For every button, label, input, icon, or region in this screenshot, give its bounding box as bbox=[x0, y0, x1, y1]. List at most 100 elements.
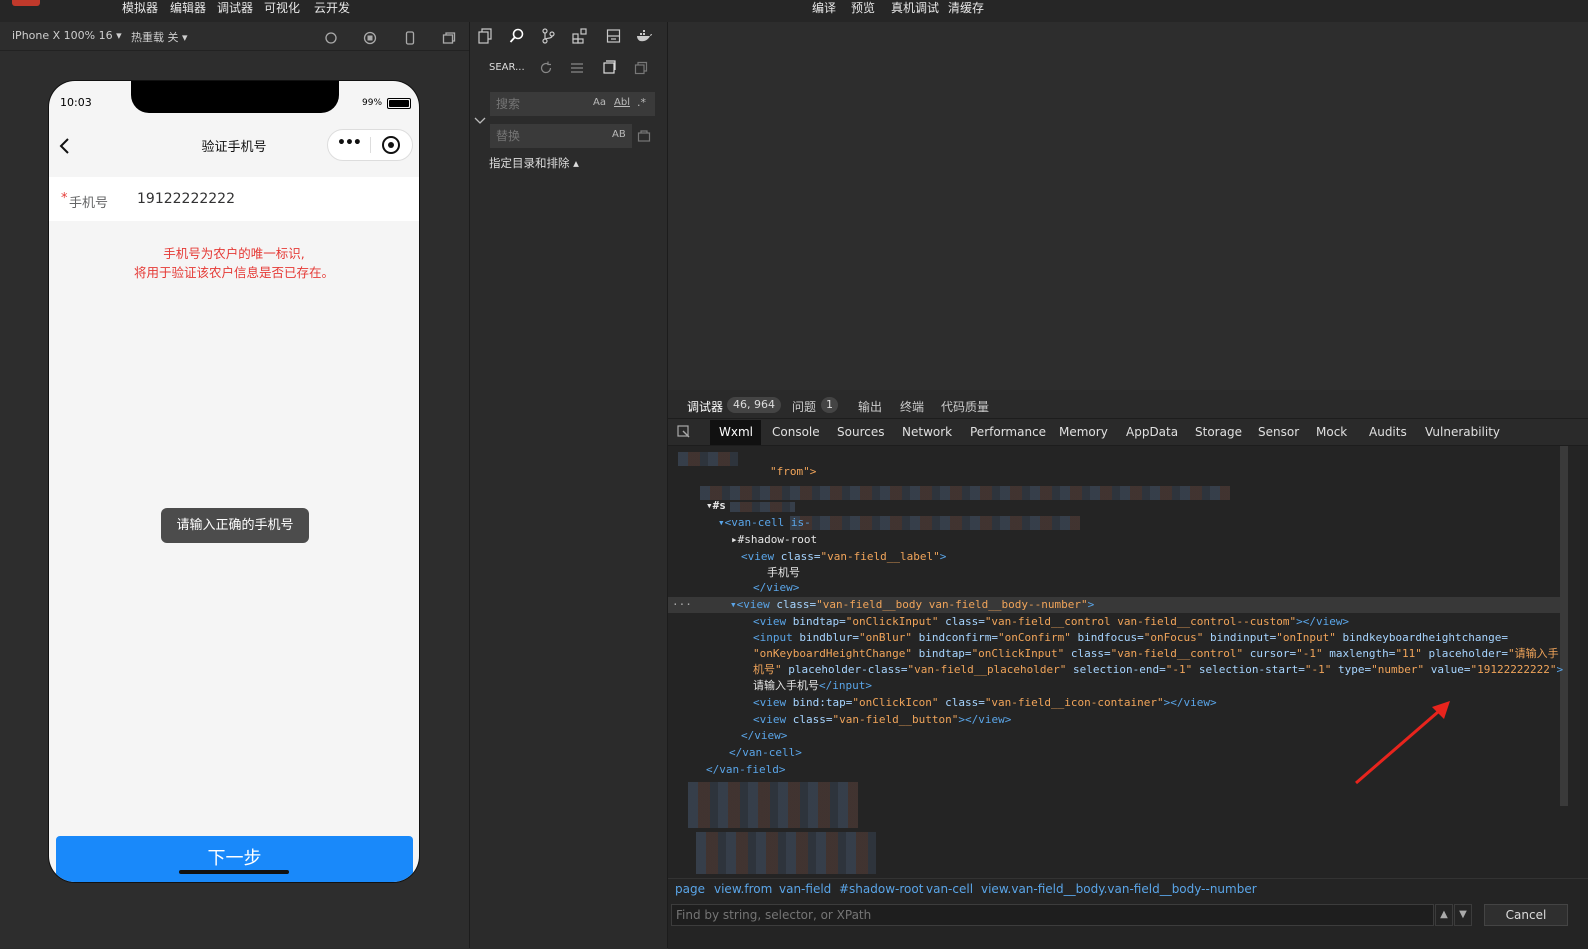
code-line[interactable]: <input bindblur="onBlur" bindconfirm="on… bbox=[753, 630, 1508, 646]
explorer-icon[interactable] bbox=[478, 28, 493, 44]
find-input[interactable] bbox=[671, 904, 1434, 926]
code-token: "onConfirm" bbox=[998, 631, 1071, 644]
menu-debugger[interactable]: 调试器 bbox=[217, 0, 253, 18]
tab-wxml[interactable]: Wxml bbox=[719, 425, 753, 439]
cancel-button[interactable]: Cancel bbox=[1484, 904, 1568, 926]
menu-preview[interactable]: 预览 bbox=[851, 0, 875, 18]
tab-output[interactable]: 输出 bbox=[858, 398, 882, 415]
breadcrumb-item[interactable]: van-cell bbox=[926, 882, 973, 896]
menu-simulator[interactable]: 模拟器 bbox=[122, 0, 158, 18]
code-token: "onKeyboardHeightChange" bbox=[753, 647, 912, 660]
code-line[interactable]: <view bindtap="onClickInput" class="van-… bbox=[753, 614, 1349, 630]
capsule-menu[interactable]: ••• bbox=[327, 129, 413, 161]
preserve-case-option[interactable]: AB bbox=[612, 129, 626, 140]
phone-icon[interactable] bbox=[403, 31, 417, 45]
tab-sources[interactable]: Sources bbox=[837, 425, 884, 439]
stop-icon[interactable] bbox=[363, 31, 377, 45]
code-line[interactable]: "from"> bbox=[770, 464, 816, 480]
tab-issues[interactable]: 问题 bbox=[792, 398, 816, 415]
code-line[interactable]: </van-field> bbox=[706, 762, 785, 778]
code-token: bindtap= bbox=[792, 615, 846, 628]
breadcrumb-item[interactable]: page bbox=[675, 882, 705, 896]
code-line[interactable]: <view class="van-field__label"> bbox=[741, 549, 946, 565]
breadcrumb-item[interactable]: #shadow-root bbox=[839, 882, 923, 896]
tab-audits[interactable]: Audits bbox=[1369, 425, 1407, 439]
menu-cloud[interactable]: 云开发 bbox=[314, 0, 350, 18]
tab-vulnerability[interactable]: Vulnerability bbox=[1425, 425, 1500, 439]
code-line[interactable]: ▾#s bbox=[706, 498, 726, 514]
code-token: selection-start= bbox=[1192, 663, 1305, 676]
breadcrumb-item[interactable]: van-field bbox=[779, 882, 831, 896]
menu-compile[interactable]: 编译 bbox=[812, 0, 836, 18]
breadcrumb-item[interactable]: view.van-field__body.van-field__body--nu… bbox=[981, 882, 1257, 896]
code-token: placeholder= bbox=[1421, 647, 1509, 660]
menu-editor[interactable]: 编辑器 bbox=[170, 0, 206, 18]
tab-code-quality[interactable]: 代码质量 bbox=[941, 398, 989, 415]
tab-network[interactable]: Network bbox=[902, 425, 952, 439]
refresh-icon[interactable] bbox=[539, 61, 553, 75]
code-line[interactable]: "onKeyboardHeightChange" bindtap="onClic… bbox=[753, 646, 1559, 662]
extensions-icon[interactable] bbox=[572, 28, 588, 44]
hot-reload-toggle[interactable]: 热重载 关 ▾ bbox=[131, 29, 188, 45]
rotate-icon[interactable] bbox=[324, 31, 338, 45]
window-icon[interactable] bbox=[442, 31, 456, 45]
code-line[interactable]: </van-cell> bbox=[729, 745, 802, 761]
match-case-option[interactable]: Aa bbox=[593, 97, 606, 108]
phone-input[interactable]: 19122222222 bbox=[137, 191, 235, 207]
new-search-editor-icon[interactable] bbox=[602, 60, 616, 74]
tab-sensor[interactable]: Sensor bbox=[1258, 425, 1299, 439]
code-token: > bbox=[1556, 663, 1564, 676]
inspect-element-icon[interactable] bbox=[677, 425, 691, 439]
code-line[interactable]: <view class="van-field__button"></view> bbox=[753, 712, 1011, 728]
storage-icon[interactable] bbox=[606, 28, 621, 44]
replace-all-icon[interactable] bbox=[637, 129, 651, 143]
toggle-replace-chevron-icon[interactable] bbox=[474, 116, 486, 126]
code-token: value= bbox=[1424, 663, 1471, 676]
close-target-icon[interactable] bbox=[382, 136, 400, 154]
search-input[interactable] bbox=[490, 92, 655, 116]
more-options-icon[interactable]: ··· bbox=[672, 597, 692, 613]
regex-option-icon[interactable]: .* bbox=[637, 96, 646, 109]
code-token: "van-field__label" bbox=[820, 550, 940, 563]
tab-performance[interactable]: Performance bbox=[970, 425, 1046, 439]
code-line[interactable]: 请输入手机号</input> bbox=[753, 678, 872, 694]
include-exclude-toggle[interactable]: 指定目录和排除 ▴ bbox=[489, 155, 579, 171]
replace-input[interactable] bbox=[490, 124, 632, 148]
tab-console[interactable]: Console bbox=[772, 425, 820, 439]
wxml-scrollbar[interactable] bbox=[1560, 446, 1568, 806]
match-word-option[interactable]: Abl bbox=[614, 97, 630, 108]
tab-terminal[interactable]: 终端 bbox=[900, 398, 924, 415]
code-line[interactable]: ▾<view class="van-field__body van-field_… bbox=[730, 597, 1094, 613]
tab-mock[interactable]: Mock bbox=[1316, 425, 1347, 439]
code-token: "van-field__body van-field__body--number… bbox=[816, 598, 1088, 611]
menu-visual[interactable]: 可视化 bbox=[264, 0, 300, 18]
source-control-icon[interactable] bbox=[541, 28, 556, 44]
device-select[interactable]: iPhone X 100% 16 ▾ bbox=[12, 29, 122, 42]
breadcrumb-item[interactable]: view.from bbox=[714, 882, 772, 896]
find-next-icon[interactable]: ▼ bbox=[1454, 904, 1472, 926]
code-line[interactable]: </view> bbox=[741, 728, 787, 744]
phone-field-label: 手机号 bbox=[69, 196, 109, 211]
tab-storage[interactable]: Storage bbox=[1195, 425, 1242, 439]
collapse-all-icon[interactable] bbox=[634, 61, 648, 75]
code-line[interactable]: ▾<van-cell is- bbox=[718, 515, 811, 531]
code-line[interactable]: </view> bbox=[753, 580, 799, 596]
search-icon[interactable] bbox=[509, 28, 525, 44]
docker-icon[interactable] bbox=[636, 29, 653, 43]
clear-results-icon[interactable] bbox=[570, 61, 584, 75]
toast-message: 请输入正确的手机号 bbox=[161, 508, 309, 543]
code-line[interactable]: ▸#shadow-root bbox=[731, 532, 817, 548]
menu-clear-cache[interactable]: 清缓存 bbox=[948, 0, 984, 18]
tab-debugger[interactable]: 调试器 bbox=[687, 398, 724, 421]
code-line[interactable]: 机号" placeholder-class="van-field__placeh… bbox=[753, 662, 1563, 678]
next-step-button[interactable]: 下一步 bbox=[56, 836, 413, 882]
home-indicator bbox=[179, 870, 289, 874]
code-line[interactable]: <view bind:tap="onClickIcon" class="van-… bbox=[753, 695, 1217, 711]
tab-appdata[interactable]: AppData bbox=[1126, 425, 1178, 439]
code-token: bindconfirm= bbox=[911, 631, 999, 644]
menu-remote-debug[interactable]: 真机调试 bbox=[891, 0, 939, 18]
tab-memory[interactable]: Memory bbox=[1059, 425, 1108, 439]
find-prev-icon[interactable]: ▲ bbox=[1435, 904, 1453, 926]
more-dots-icon[interactable]: ••• bbox=[337, 135, 362, 151]
code-line[interactable]: 手机号 bbox=[767, 565, 800, 581]
